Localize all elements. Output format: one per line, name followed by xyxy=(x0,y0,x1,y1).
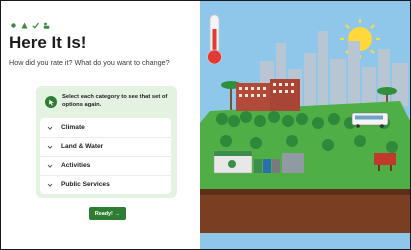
category-label: Land & Water xyxy=(61,143,104,150)
chevron-down-icon xyxy=(47,125,53,131)
city-illustration xyxy=(200,1,410,249)
category-list: Climate Land & Water Activities Public S… xyxy=(40,118,171,194)
sky-bottom xyxy=(200,233,410,249)
left-pane: Here It Is! How did you rate it? What do… xyxy=(1,1,200,249)
category-public-services[interactable]: Public Services xyxy=(40,175,171,194)
soil-top xyxy=(200,189,410,195)
soil xyxy=(200,189,410,233)
category-climate[interactable]: Climate xyxy=(40,118,171,138)
thermometer-icon xyxy=(207,14,222,65)
hint-text: Select each category to see that set of … xyxy=(62,94,168,108)
arrow-right-icon: → xyxy=(114,210,121,217)
category-label: Climate xyxy=(61,124,85,131)
category-activities[interactable]: Activities xyxy=(40,156,171,176)
page-title: Here It Is! xyxy=(9,33,87,52)
illustration-svg xyxy=(200,1,410,249)
chevron-down-icon xyxy=(47,144,53,150)
tree-icon xyxy=(21,16,28,29)
category-label: Activities xyxy=(61,162,91,169)
category-label: Public Services xyxy=(61,181,110,188)
chevron-down-icon xyxy=(47,182,53,188)
page-subtitle: How did you rate it? What do you want to… xyxy=(9,58,170,67)
pointer-icon xyxy=(45,96,57,108)
check-icon xyxy=(32,16,39,29)
ready-button[interactable]: Ready! → xyxy=(89,207,126,220)
sun-icon xyxy=(10,16,17,28)
category-land-water[interactable]: Land & Water xyxy=(40,137,171,157)
ready-label: Ready! xyxy=(94,210,113,217)
progress-icons xyxy=(10,16,50,29)
person-icon xyxy=(43,16,50,29)
app-frame: Here It Is! How did you rate it? What do… xyxy=(0,0,411,250)
chevron-down-icon xyxy=(47,163,53,169)
apartment-buildings xyxy=(236,79,300,111)
